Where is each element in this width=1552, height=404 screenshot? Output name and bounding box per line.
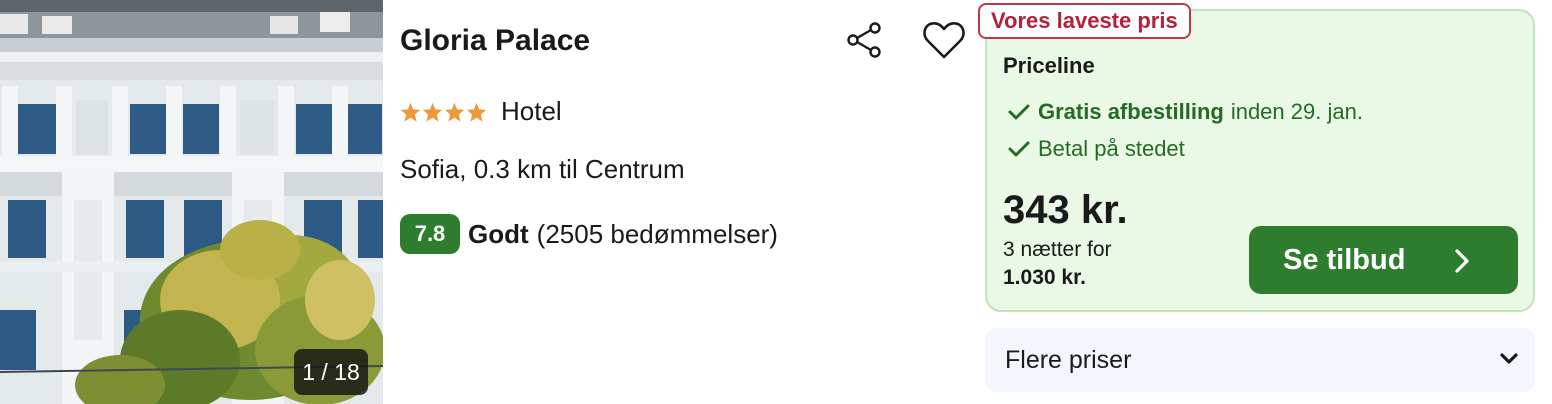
feature-bold-text: Gratis afbestilling — [1038, 99, 1224, 124]
star-rating — [400, 102, 487, 122]
nights-label: 3 nætter for — [1003, 238, 1112, 261]
see-deal-button[interactable]: Se tilbud — [1249, 226, 1518, 294]
feature-text: inden 29. jan. — [1230, 99, 1363, 124]
total-price: 1.030 kr. — [1003, 266, 1086, 289]
hotel-building-image — [0, 0, 383, 404]
star-icon — [400, 102, 421, 122]
share-button[interactable] — [840, 18, 890, 62]
hotel-type: Hotel — [501, 96, 562, 126]
chevron-right-icon — [1455, 249, 1469, 273]
star-icon — [444, 102, 465, 122]
review-count: (2505 bedømmelser) — [536, 218, 778, 249]
favorite-button[interactable] — [918, 16, 970, 64]
check-icon — [1008, 141, 1030, 157]
offer-provider: Priceline — [1003, 53, 1095, 78]
see-deal-label: Se tilbud — [1283, 243, 1406, 276]
hotel-photo[interactable]: 1 / 18 — [0, 0, 383, 404]
offer-feature-free-cancellation: Gratis afbestilling inden 29. jan. — [1008, 99, 1363, 125]
feature-text: Betal på stedet — [1038, 136, 1185, 161]
check-icon — [1008, 104, 1030, 120]
heart-icon — [923, 22, 965, 59]
star-icon — [422, 102, 443, 122]
photo-counter: 1 / 18 — [294, 349, 368, 395]
nightly-price: 343 kr. — [1003, 188, 1128, 232]
offer-feature-pay-at-property: Betal på stedet — [1008, 136, 1185, 162]
star-icon — [466, 102, 487, 122]
share-icon — [847, 22, 881, 58]
more-prices-label: Flere priser — [1005, 345, 1132, 374]
hotel-name[interactable]: Gloria Palace — [400, 24, 590, 58]
review-rating-word: Godt — [468, 218, 529, 249]
hotel-location: Sofia, 0.3 km til Centrum — [400, 154, 685, 184]
chevron-down-icon — [1500, 353, 1518, 364]
lowest-price-badge: Vores laveste pris — [978, 3, 1191, 39]
rating-row: Hotel — [400, 96, 562, 127]
review-summary[interactable]: 7.8 Godt (2505 bedømmelser) — [400, 214, 778, 254]
more-prices-dropdown[interactable]: Flere priser — [985, 328, 1535, 392]
review-score-badge: 7.8 — [400, 214, 460, 254]
